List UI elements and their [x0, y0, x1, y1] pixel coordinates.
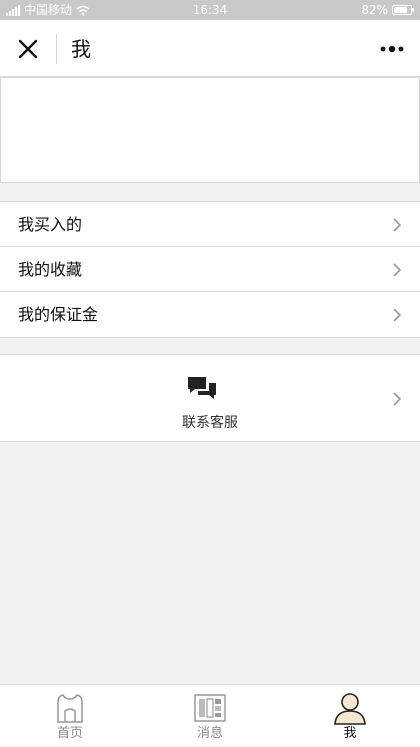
status-time: 16:34 — [192, 3, 228, 17]
tab-bar: 首页 消息 我 — [0, 684, 420, 747]
message-icon — [194, 694, 226, 722]
page-title: 我 — [71, 37, 91, 61]
chevron-right-icon — [393, 308, 402, 322]
status-bar: 中国移动 16:34 82% — [0, 0, 420, 20]
chevron-right-icon — [393, 392, 402, 406]
nav-divider — [56, 34, 57, 64]
tab-label: 我 — [343, 726, 357, 741]
menu-item-label: 我买入的 — [18, 215, 83, 234]
tab-messages[interactable]: 消息 — [140, 685, 280, 747]
status-right: 82% — [361, 0, 414, 20]
menu-item-bought[interactable]: 我买入的 — [0, 202, 420, 247]
profile-icon — [334, 693, 366, 725]
battery-percent: 82% — [361, 3, 388, 17]
more-icon[interactable] — [378, 35, 406, 63]
menu-item-deposit[interactable]: 我的保证金 — [0, 292, 420, 337]
battery-fill — [394, 7, 407, 13]
tab-label: 消息 — [196, 726, 223, 741]
nav-bar: 我 — [0, 20, 420, 77]
home-icon — [57, 694, 83, 723]
tab-home[interactable]: 首页 — [0, 685, 140, 747]
contact-service-button[interactable]: 联系客服 — [0, 354, 420, 442]
chat-icon — [188, 377, 216, 399]
menu-item-favorites[interactable]: 我的收藏 — [0, 247, 420, 292]
chevron-right-icon — [393, 263, 402, 277]
close-icon[interactable] — [12, 34, 44, 64]
chevron-right-icon — [393, 218, 402, 232]
battery-icon — [392, 5, 414, 15]
menu-item-label: 我的保证金 — [18, 305, 99, 324]
menu-item-label: 我的收藏 — [18, 260, 83, 279]
tab-me[interactable]: 我 — [280, 685, 420, 747]
tab-label: 首页 — [56, 726, 83, 741]
menu-group: 我买入的 我的收藏 我的保证金 — [0, 201, 420, 338]
profile-card — [0, 77, 420, 183]
service-label: 联系客服 — [182, 415, 238, 431]
